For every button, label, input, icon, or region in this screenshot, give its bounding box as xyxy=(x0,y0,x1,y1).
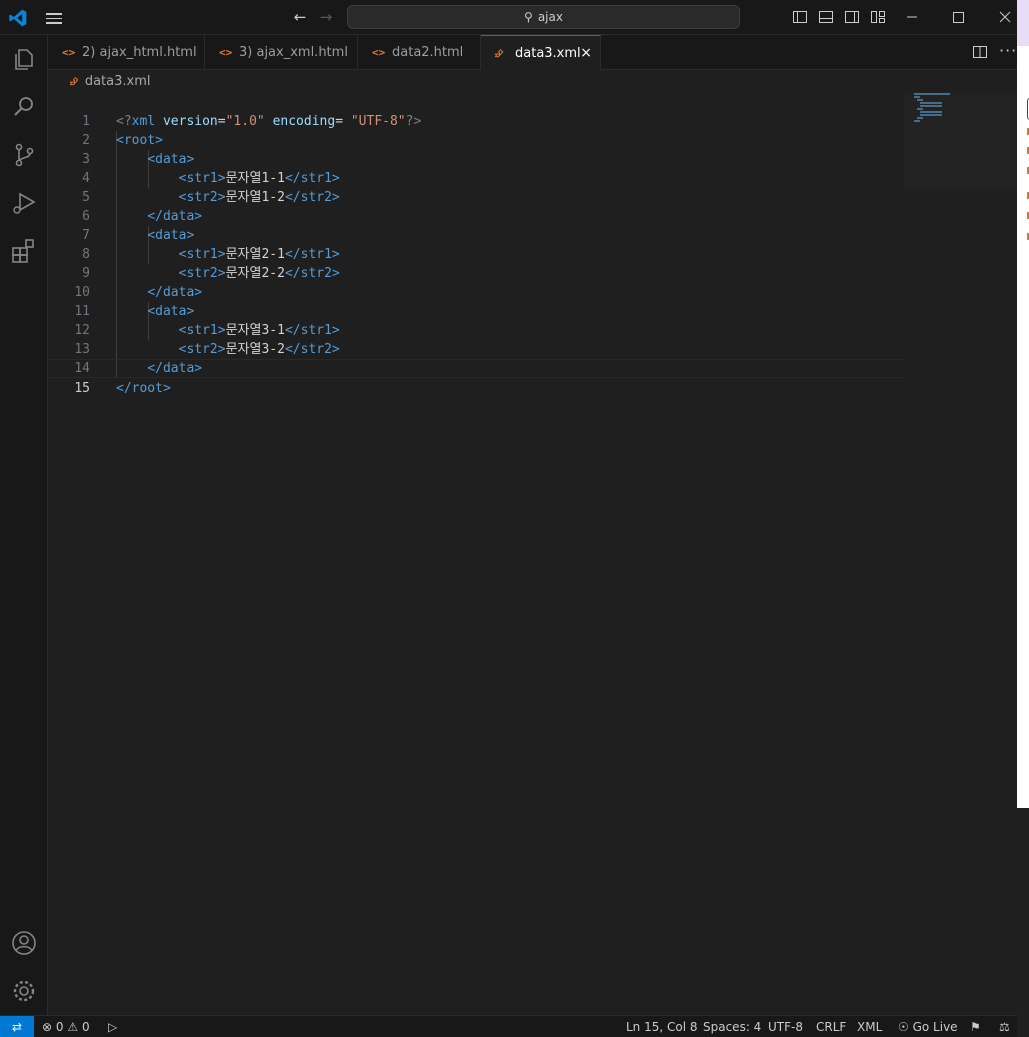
error-icon: ⊗ xyxy=(42,1020,53,1034)
tab-label: 3) ajax_xml.html xyxy=(239,45,348,60)
explorer-icon[interactable] xyxy=(10,45,38,73)
search-icon[interactable] xyxy=(10,93,38,121)
tab-data2-html[interactable]: <> data2.html xyxy=(358,35,481,70)
broadcast-icon: ☉ xyxy=(898,1020,909,1034)
gear-icon[interactable] xyxy=(10,977,38,1005)
tab-label: data2.html xyxy=(392,45,464,60)
tab-ajax-html[interactable]: <> 2) ajax_html.html xyxy=(48,35,205,70)
tab-data3-xml[interactable]: ⮵ data3.xml × xyxy=(481,35,601,71)
source-control-icon[interactable] xyxy=(10,141,38,169)
notifications-bell-icon[interactable]: ⚖ xyxy=(999,1016,1010,1037)
code-editor[interactable]: 1 <?xml version="1.0" encoding= "UTF-8"?>… xyxy=(48,93,904,1015)
status-bar: ⇄ ⊗ 0 ⚠ 0 ▷ Ln 15, Col 8 Spaces: 4 UTF-8… xyxy=(0,1015,1017,1037)
cursor-position[interactable]: Ln 15, Col 8 xyxy=(626,1016,698,1037)
arrow-right-icon[interactable]: → xyxy=(316,7,336,27)
maximize-icon[interactable] xyxy=(935,0,981,34)
indentation-selector[interactable]: Spaces: 4 xyxy=(703,1016,761,1037)
rss-icon: ⮵ xyxy=(495,47,504,60)
go-live-label: Go Live xyxy=(912,1020,958,1034)
code-line-current: 15 </root> xyxy=(48,359,904,396)
command-center-search[interactable]: ⚲ ajax xyxy=(347,5,740,29)
code-line: 14 </data> xyxy=(48,340,904,376)
search-text: ajax xyxy=(537,10,563,24)
vscode-logo-icon xyxy=(9,9,27,27)
feedback-icon[interactable]: ⚑ xyxy=(970,1016,981,1037)
problems-indicator[interactable]: ⊗ 0 ⚠ 0 xyxy=(42,1016,90,1037)
code-line: 10 </data> xyxy=(48,264,904,300)
tab-ajax-xml[interactable]: <> 3) ajax_xml.html xyxy=(205,35,358,70)
breadcrumb[interactable]: ⮵ data3.xml xyxy=(48,71,150,93)
code-line: 1 <?xml version="1.0" encoding= "UTF-8"?> xyxy=(48,93,904,129)
code-line: 11 <data> xyxy=(48,283,904,319)
line-number: 15 xyxy=(74,381,90,396)
minimize-icon[interactable] xyxy=(889,0,935,34)
code-line: 6 </data> xyxy=(48,188,904,224)
breadcrumb-file: data3.xml xyxy=(84,74,151,89)
code-line: 8 <str1>문자열2-1</str1> xyxy=(48,226,904,262)
accounts-icon[interactable] xyxy=(10,929,38,957)
title-bar: ← → ⚲ ajax xyxy=(0,0,1017,35)
extensions-icon[interactable] xyxy=(10,237,38,265)
tab-label: 2) ajax_html.html xyxy=(82,45,197,60)
rss-icon: ⮵ xyxy=(70,75,79,88)
remote-indicator-icon[interactable]: ⇄ xyxy=(0,1016,34,1037)
html-file-icon: <> xyxy=(62,46,76,59)
tab-label: data3.xml xyxy=(515,46,581,61)
code-line: 9 <str2>문자열2-2</str2> xyxy=(48,245,904,281)
search-icon: ⚲ xyxy=(524,10,533,24)
warning-count: 0 xyxy=(81,1020,90,1034)
language-mode-selector[interactable]: XML xyxy=(857,1016,882,1037)
code-line: 13 <str2>문자열3-2</str2> xyxy=(48,321,904,357)
code-line: 3 <data> xyxy=(48,131,904,167)
code-line: 7 <data> xyxy=(48,207,904,243)
error-count: 0 xyxy=(55,1020,64,1034)
menu-icon[interactable] xyxy=(44,10,64,26)
code-line: 5 <str2>문자열1-2</str2> xyxy=(48,169,904,205)
toggle-panel-icon[interactable] xyxy=(818,9,834,25)
editor-tab-bar: <> 2) ajax_html.html <> 3) ajax_xml.html <… xyxy=(48,35,1017,71)
close-tab-icon[interactable]: × xyxy=(580,36,592,71)
toggle-primary-sidebar-icon[interactable] xyxy=(792,9,808,25)
activity-bar xyxy=(0,35,48,1015)
arrow-left-icon[interactable]: ← xyxy=(290,7,310,27)
html-file-icon: <> xyxy=(372,46,386,59)
debug-launch-icon[interactable]: ▷ xyxy=(108,1016,117,1037)
warning-icon: ⚠ xyxy=(67,1020,79,1034)
split-editor-icon[interactable] xyxy=(972,44,988,60)
toggle-secondary-sidebar-icon[interactable] xyxy=(844,9,860,25)
code-line: 12 <str1>문자열3-1</str1> xyxy=(48,302,904,338)
background-window-edge-dark xyxy=(1017,808,1029,1037)
run-and-debug-icon[interactable] xyxy=(10,189,38,217)
html-file-icon: <> xyxy=(219,46,233,59)
go-live-button[interactable]: ☉ Go Live xyxy=(898,1016,958,1037)
more-actions-icon[interactable]: ··· xyxy=(999,41,1017,60)
code-line: 4 <str1>문자열1-1</str1> xyxy=(48,150,904,186)
encoding-selector[interactable]: UTF-8 xyxy=(768,1016,803,1037)
customize-layout-icon[interactable] xyxy=(870,9,886,25)
eol-selector[interactable]: CRLF xyxy=(816,1016,846,1037)
code-line: 2 <root> xyxy=(48,112,904,148)
minimap[interactable] xyxy=(904,93,1017,189)
